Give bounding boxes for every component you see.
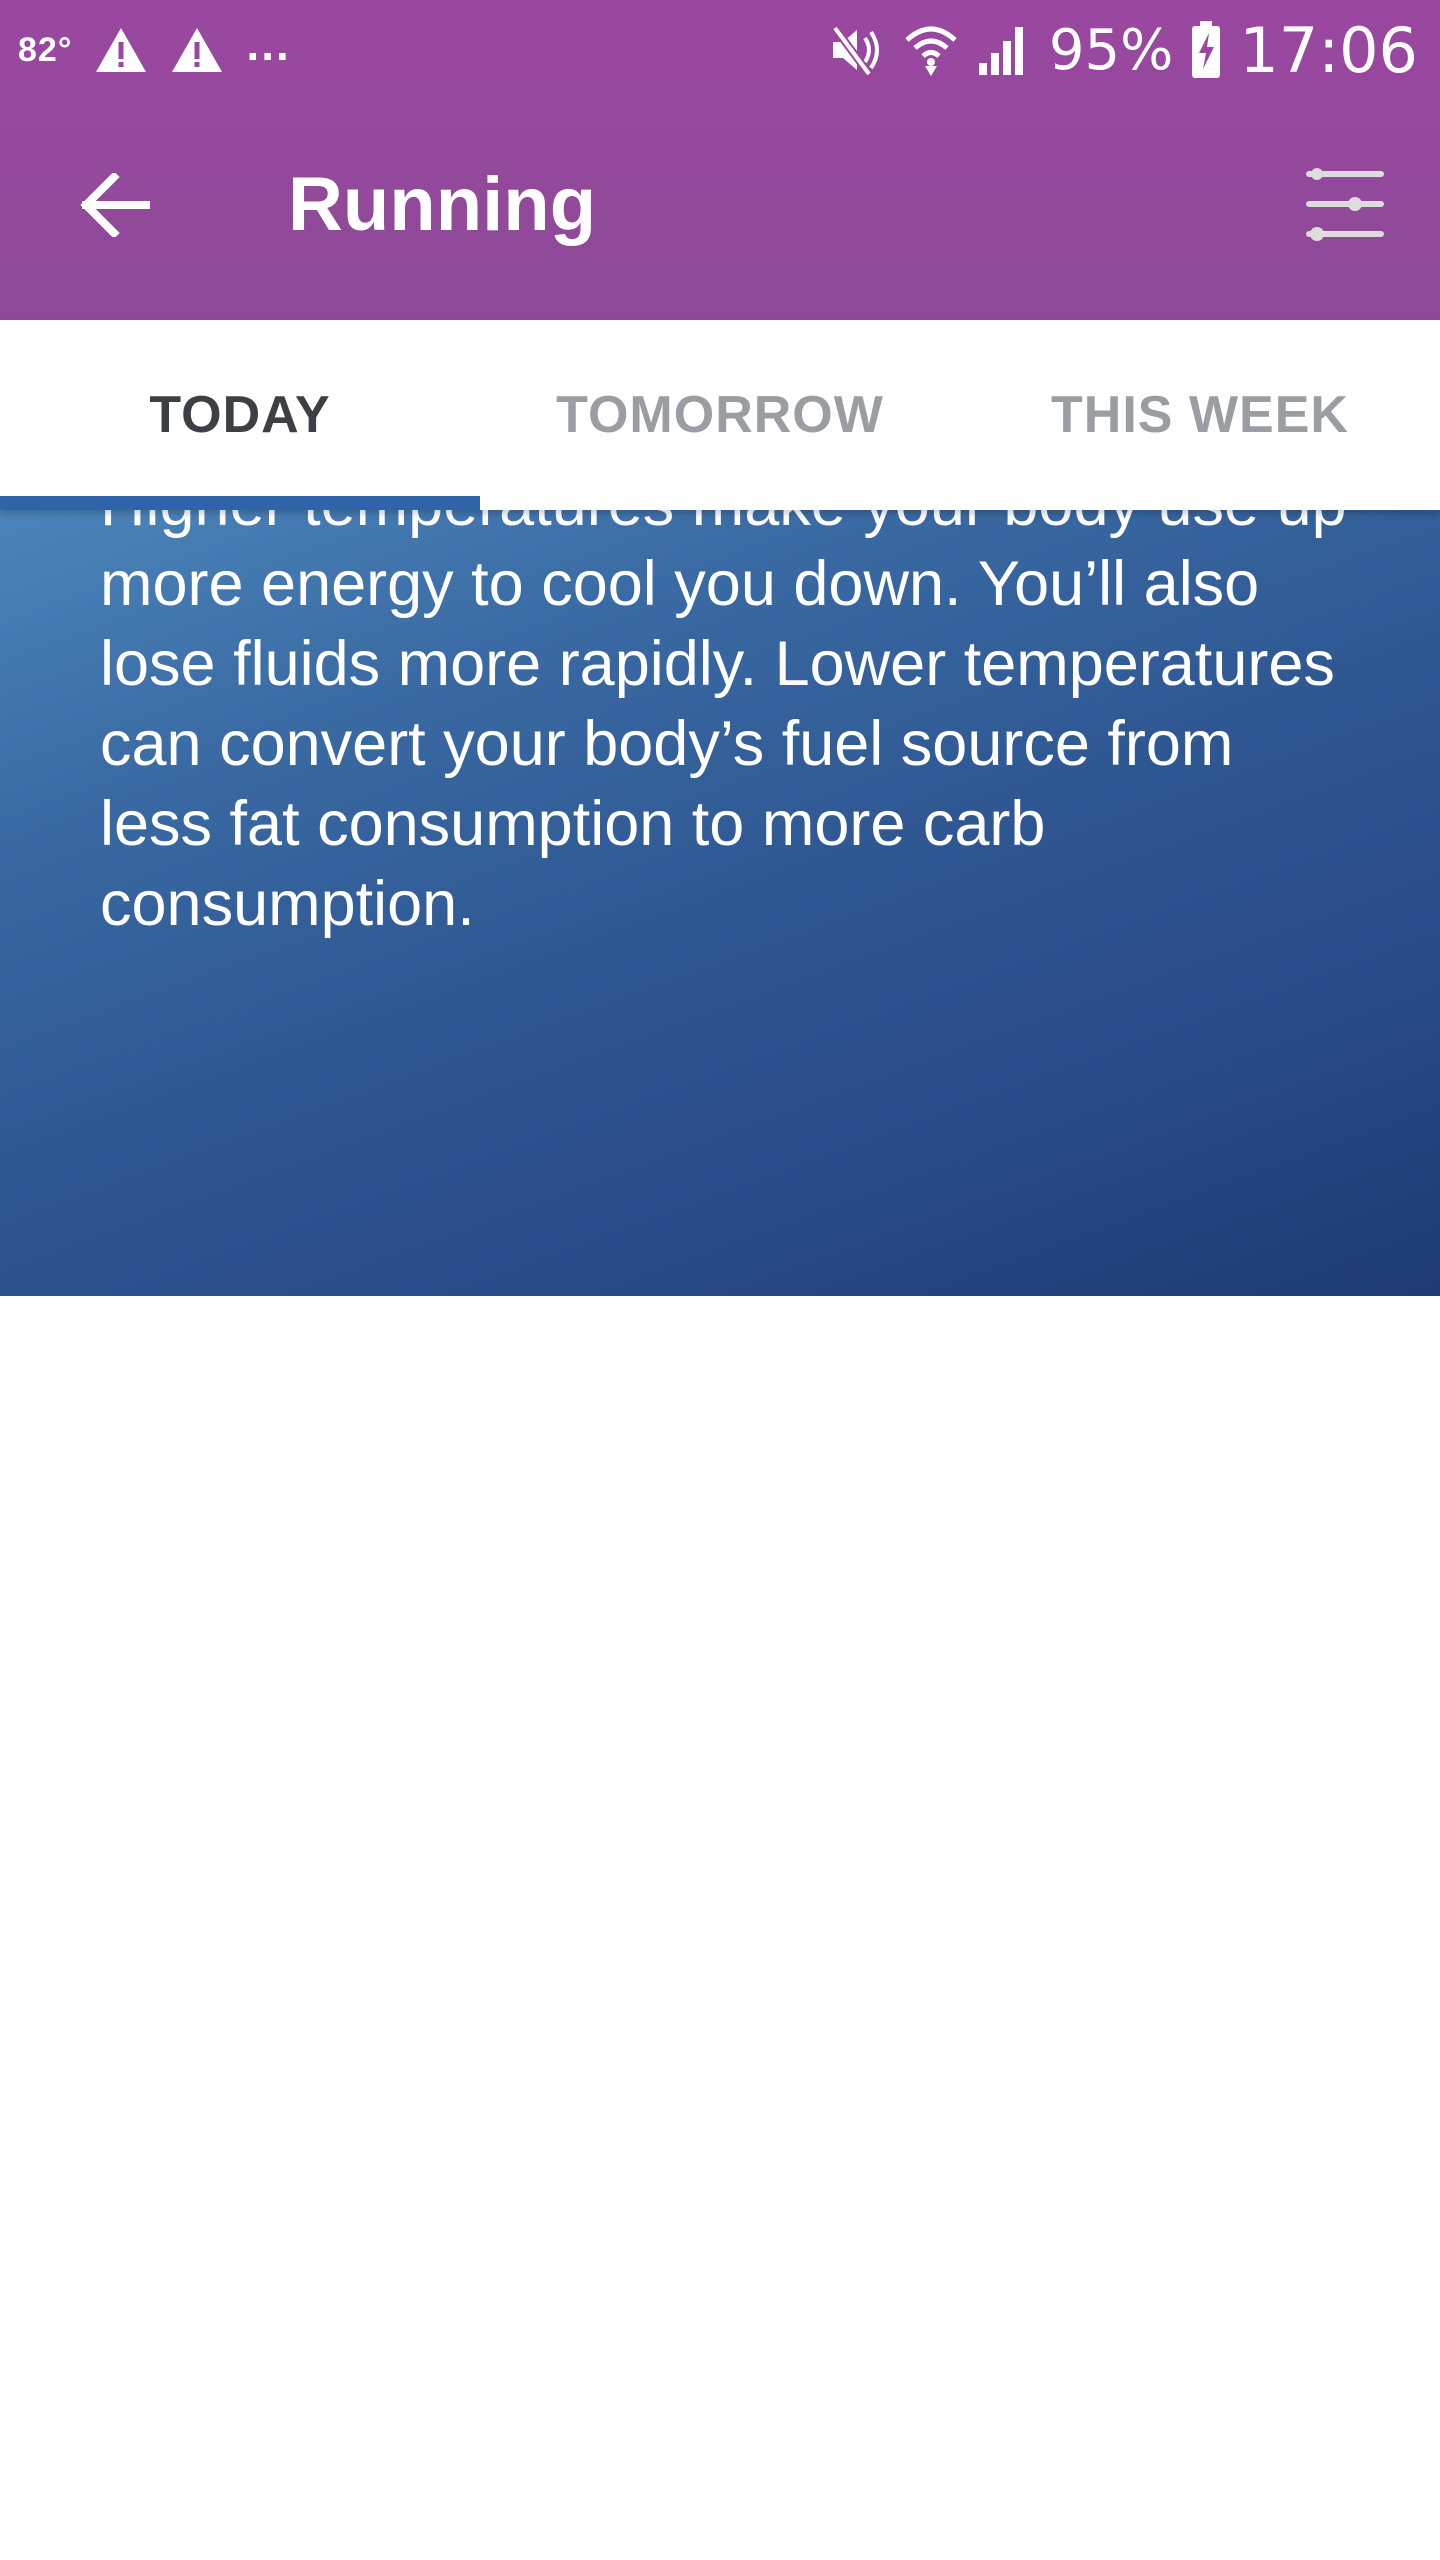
- toolbar: Running: [0, 100, 1440, 320]
- clock: 17:06: [1239, 13, 1418, 87]
- signal-icon: [977, 23, 1031, 77]
- tab-indicator: [0, 496, 480, 510]
- warning-icon: [94, 26, 148, 74]
- filter-button[interactable]: [1290, 150, 1400, 260]
- tab-bar: TODAY TOMORROW THIS WEEK: [0, 320, 1440, 510]
- arrow-back-icon: [80, 173, 150, 237]
- app-bar: 82° ... 95% 17:06 Running: [0, 0, 1440, 320]
- info-card: Higher temperatures make your body use u…: [0, 500, 1440, 1296]
- status-bar-right: 95% 17:06: [829, 13, 1418, 87]
- tab-tomorrow[interactable]: TOMORROW: [480, 320, 960, 510]
- notification-overflow: ...: [246, 18, 291, 70]
- tune-icon: [1305, 166, 1385, 244]
- warning-icon: [170, 26, 224, 74]
- wifi-icon: [903, 22, 959, 78]
- weather-temperature: 82°: [18, 30, 73, 69]
- page-title: Running: [288, 162, 597, 247]
- tab-this-week[interactable]: THIS WEEK: [960, 320, 1440, 510]
- battery-charging-icon: [1191, 21, 1221, 79]
- back-button[interactable]: [60, 150, 170, 260]
- status-bar-left: 82° ...: [18, 18, 291, 82]
- card-text: Higher temperatures make your body use u…: [100, 500, 1347, 939]
- mute-icon: [829, 24, 885, 76]
- battery-percent: 95%: [1048, 17, 1174, 83]
- status-bar: 82° ... 95% 17:06: [0, 0, 1440, 100]
- tab-today[interactable]: TODAY: [0, 320, 480, 510]
